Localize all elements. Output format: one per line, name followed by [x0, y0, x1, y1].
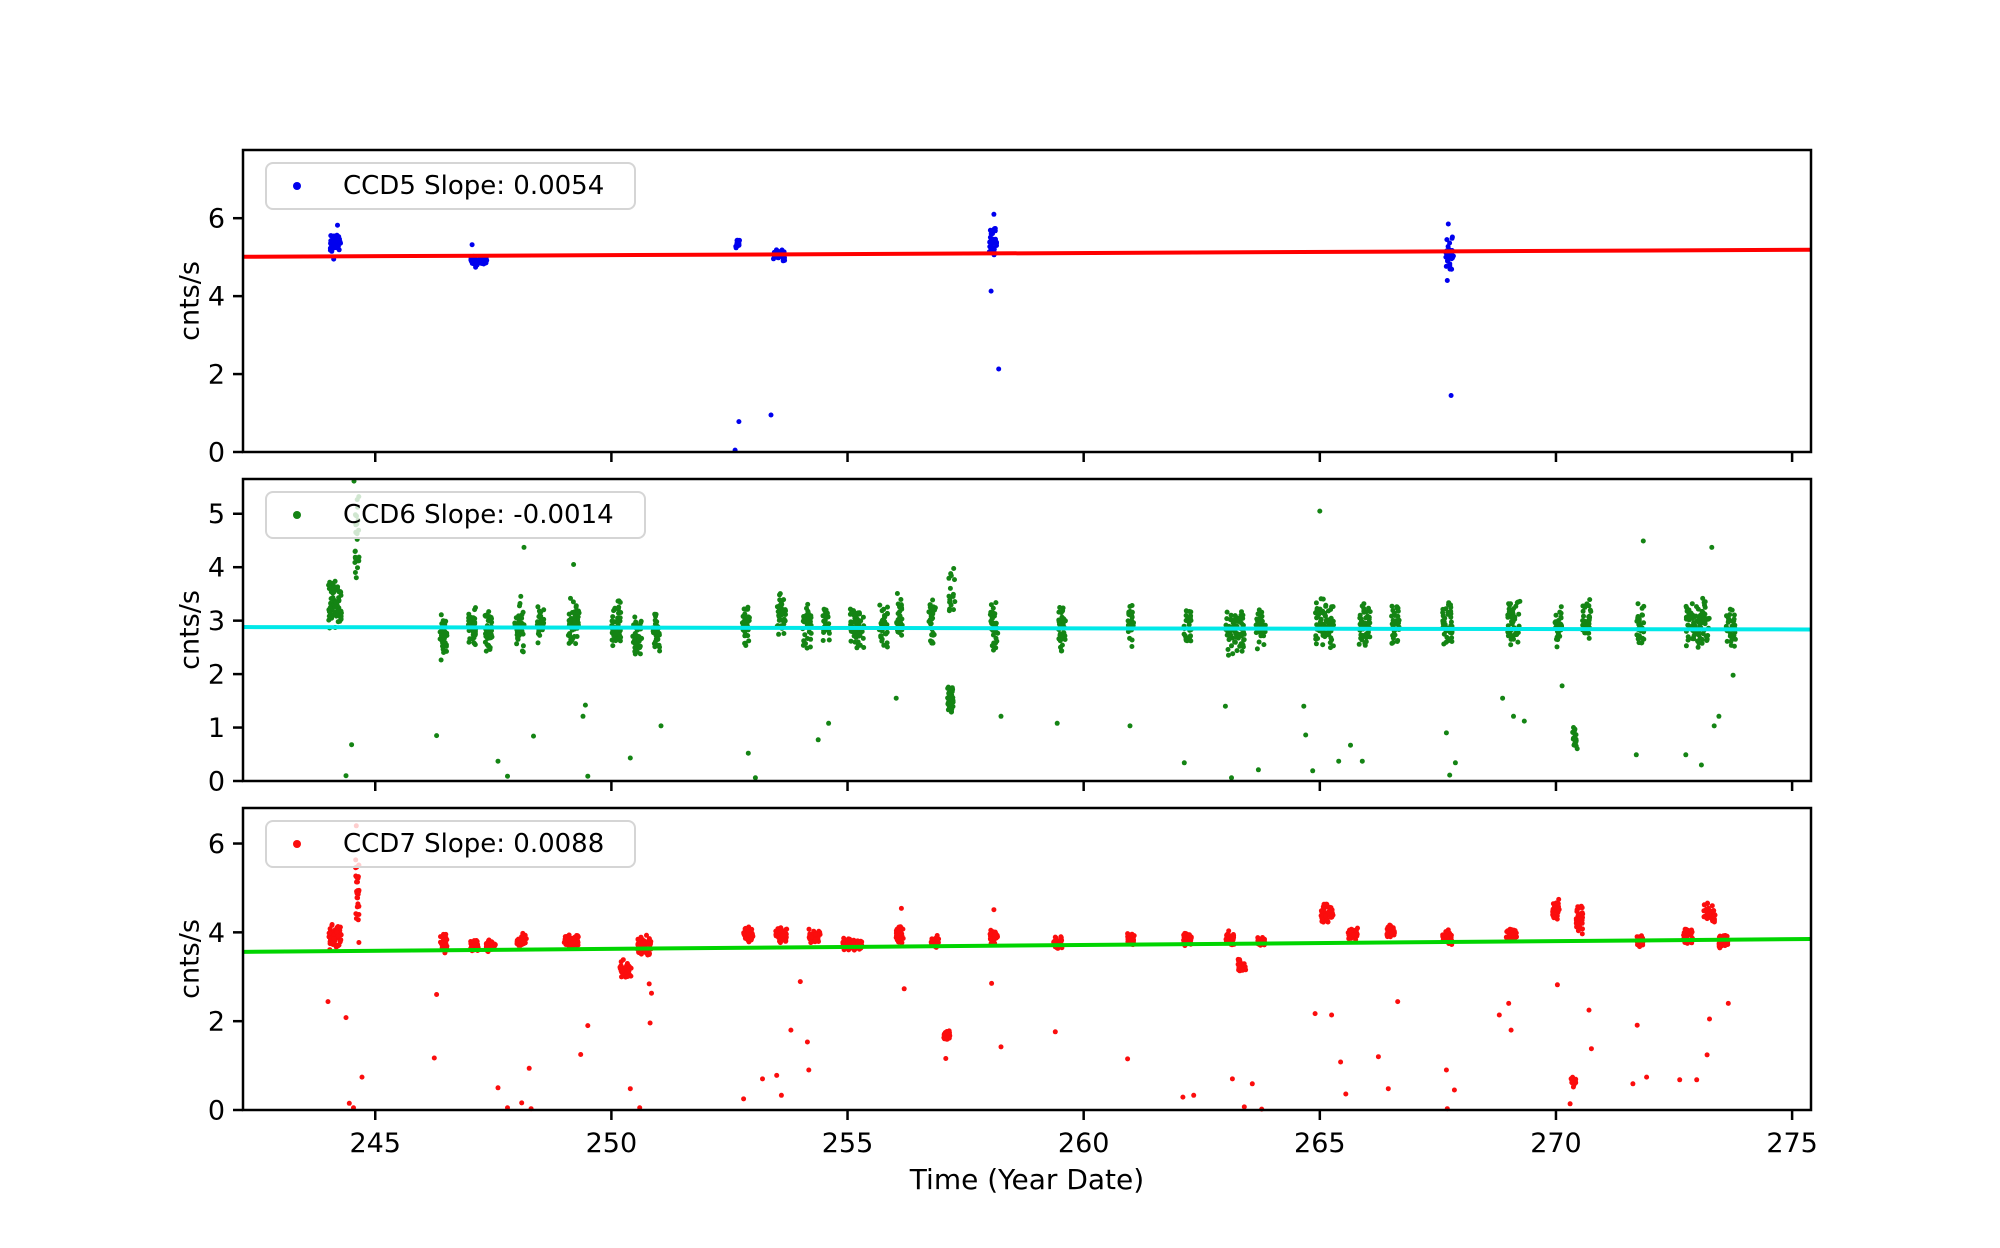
trend-line-ccd5 [243, 250, 1811, 257]
y-tick-label: 6 [208, 829, 225, 860]
legend-marker-ccd7-icon [293, 840, 301, 848]
x-tick-label: 275 [1766, 1128, 1818, 1159]
legend-ccd6: CCD6 Slope: -0.0014 [265, 491, 646, 539]
y-axis-label-middle: cnts/s [175, 590, 206, 670]
legend-label-ccd7: CCD7 Slope: 0.0088 [343, 829, 604, 859]
x-tick-label: 255 [822, 1128, 874, 1159]
x-tick-label: 270 [1530, 1128, 1582, 1159]
x-tick-label: 265 [1294, 1128, 1346, 1159]
y-tick-label: 3 [208, 606, 225, 637]
y-tick-label: 0 [208, 438, 225, 469]
y-tick-label: 4 [208, 918, 225, 949]
y-tick-label: 2 [208, 360, 225, 391]
legend-label-ccd6: CCD6 Slope: -0.0014 [343, 500, 614, 530]
x-tick-label: 260 [1058, 1128, 1110, 1159]
y-tick-label: 6 [208, 204, 225, 235]
y-tick-label: 5 [208, 499, 225, 530]
y-tick-label: 2 [208, 1007, 225, 1038]
x-axis-label: Time (Year Date) [910, 1163, 1144, 1196]
y-tick-label: 2 [208, 660, 225, 691]
x-tick-label: 250 [586, 1128, 638, 1159]
legend-ccd5: CCD5 Slope: 0.0054 [265, 162, 636, 210]
y-tick-label: 0 [208, 1096, 225, 1127]
y-tick-label: 4 [208, 282, 225, 313]
legend-marker-ccd6-icon [293, 511, 301, 519]
scatter-ccd5 [328, 212, 1456, 453]
y-axis-label-top: cnts/s [175, 261, 206, 341]
trend-line-ccd6 [243, 627, 1811, 629]
legend-ccd7: CCD7 Slope: 0.0088 [265, 820, 636, 868]
legend-marker-ccd5-icon [293, 182, 301, 190]
x-tick-label: 245 [349, 1128, 401, 1159]
matplotlib-figure: 0 2 4 6 0 1 2 3 4 5 0 2 4 6 245 250 255 260 265 270 275 CCD5… [0, 0, 2000, 1248]
legend-label-ccd5: CCD5 Slope: 0.0054 [343, 171, 604, 201]
y-tick-label: 0 [208, 767, 225, 798]
y-axis-label-bottom: cnts/s [175, 919, 206, 999]
y-tick-label: 1 [208, 713, 225, 744]
y-tick-label: 4 [208, 553, 225, 584]
